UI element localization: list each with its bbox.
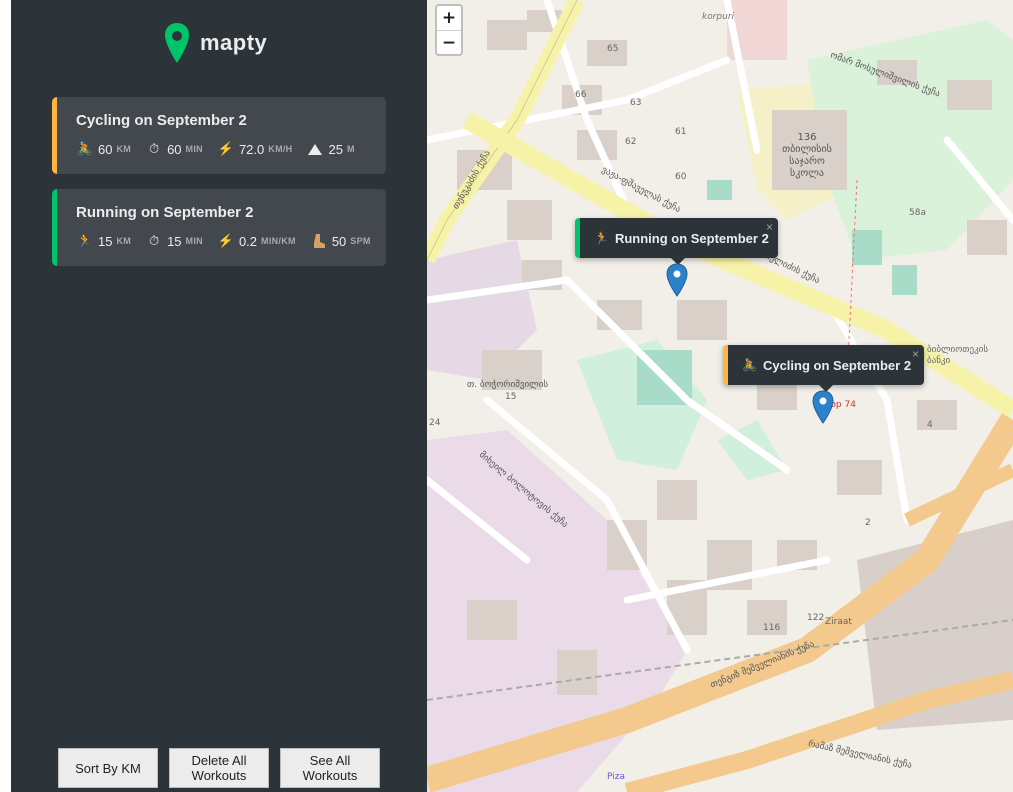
workout-cadence: 50 SPM <box>310 233 371 249</box>
delete-button-label-line2: Workouts <box>191 768 247 783</box>
map-view[interactable]: korpuri 136 თბილისის საჯარო სკოლა 58a ბი… <box>427 0 1013 792</box>
runner-icon: 🏃 <box>76 233 94 248</box>
duration-value: 15 <box>167 233 182 249</box>
sort-button-label: Sort By KM <box>75 760 141 776</box>
map-label: 58a <box>909 208 926 218</box>
map-marker-cycling[interactable] <box>812 390 834 424</box>
duration-unit: MIN <box>185 236 203 246</box>
delete-button-label-line1: Delete All <box>191 753 247 768</box>
popup-cycling[interactable]: 🚴 Cycling on September 2 × <box>723 345 924 392</box>
workout-title: Running on September 2 <box>76 204 254 221</box>
map-label: 62 <box>625 137 637 147</box>
duration-unit: MIN <box>185 144 203 154</box>
app-name: mapty <box>200 30 268 55</box>
map-label: 65 <box>607 44 619 54</box>
pace-unit: MIN/KM <box>261 236 296 246</box>
runner-icon: 🏃 <box>594 231 609 245</box>
workout-title: Cycling on September 2 <box>76 112 247 129</box>
workout-card-cycling[interactable]: Cycling on September 2 🚴 60 KM ⏱ 60 MIN … <box>52 97 386 174</box>
cadence-value: 50 <box>331 233 347 249</box>
popup-close-button[interactable]: × <box>912 347 919 361</box>
pace-value: 0.2 <box>238 233 258 249</box>
workout-details: 🏃 15 KM ⏱ 15 MIN ⚡ 0.2 MIN/KM 50 SPM <box>76 233 385 249</box>
lightning-icon: ⚡ <box>217 233 235 248</box>
popup-label: Cycling on September 2 <box>762 357 912 373</box>
popup-label: Running on September 2 <box>614 230 769 246</box>
map-label: 63 <box>630 98 642 108</box>
workout-details: 🚴 60 KM ⏱ 60 MIN ⚡ 72.0 KM/H 25 M <box>76 141 369 157</box>
sidebar: mapty Cycling on September 2 🚴 60 KM ⏱ 6… <box>11 0 427 792</box>
distance-value: 15 <box>98 233 113 249</box>
app-logo: mapty <box>164 20 267 66</box>
workout-elevation: 25 M <box>306 141 354 157</box>
map-label: 116 <box>763 623 781 633</box>
popup-close-button[interactable]: × <box>766 220 773 234</box>
workout-pace: ⚡ 0.2 MIN/KM <box>217 233 296 249</box>
popup-running[interactable]: 🏃 Running on September 2 × <box>575 218 778 265</box>
stopwatch-icon: ⏱ <box>149 141 160 156</box>
map-label: 61 <box>675 127 687 137</box>
map-pin-logo-icon <box>165 23 189 63</box>
speed-unit: KM/H <box>268 144 293 154</box>
duration-value: 60 <box>167 141 182 157</box>
map-label: 15 <box>505 392 517 402</box>
workout-distance: 🏃 15 KM <box>76 233 131 249</box>
footprint-icon <box>310 233 328 249</box>
speed-value: 72.0 <box>238 141 265 157</box>
map-label: Piza <box>607 772 625 782</box>
zoom-out-button[interactable]: − <box>437 30 461 54</box>
workout-duration: ⏱ 60 MIN <box>145 141 203 157</box>
see-all-workouts-button[interactable]: See All Workouts <box>280 748 380 788</box>
bicycle-icon: 🚴 <box>742 358 757 372</box>
elevation-value: 25 <box>328 141 343 157</box>
zoom-in-button[interactable]: + <box>437 6 461 30</box>
map-label: 122 <box>807 613 825 623</box>
lightning-icon: ⚡ <box>217 141 235 156</box>
map-label-school: 136 თბილისის საჯარო სკოლა <box>782 132 832 179</box>
map-marker-running[interactable] <box>666 263 688 297</box>
cadence-unit: SPM <box>350 236 371 246</box>
distance-unit: KM <box>116 144 132 154</box>
stopwatch-icon: ⏱ <box>149 233 160 248</box>
map-label-street: თ. ბოჭორიშვილის <box>467 380 549 390</box>
zoom-control: + − <box>435 4 463 56</box>
map-label: ბიბლიოთეკის ბანკი <box>927 345 989 366</box>
distance-value: 60 <box>98 141 113 157</box>
workout-duration: ⏱ 15 MIN <box>145 233 203 249</box>
map-label: Ziraat <box>825 617 852 627</box>
bicycle-icon: 🚴 <box>76 141 94 156</box>
delete-all-workouts-button[interactable]: Delete All Workouts <box>169 748 269 788</box>
workout-distance: 🚴 60 KM <box>76 141 131 157</box>
workout-speed: ⚡ 72.0 KM/H <box>217 141 293 157</box>
see-button-label-line1: See All <box>309 753 351 768</box>
elevation-unit: M <box>346 144 355 154</box>
map-label: 4 <box>927 420 933 430</box>
map-label: 2 <box>865 518 871 528</box>
workout-card-running[interactable]: Running on September 2 🏃 15 KM ⏱ 15 MIN … <box>52 189 386 266</box>
sort-by-km-button[interactable]: Sort By KM <box>58 748 158 788</box>
map-label: 66 <box>575 90 587 100</box>
map-label: 24 <box>429 418 441 428</box>
mountain-icon <box>306 141 324 157</box>
map-label: korpuri <box>702 12 735 22</box>
see-button-label-line2: Workouts <box>302 768 358 783</box>
map-label: 60 <box>675 172 687 182</box>
distance-unit: KM <box>116 236 132 246</box>
